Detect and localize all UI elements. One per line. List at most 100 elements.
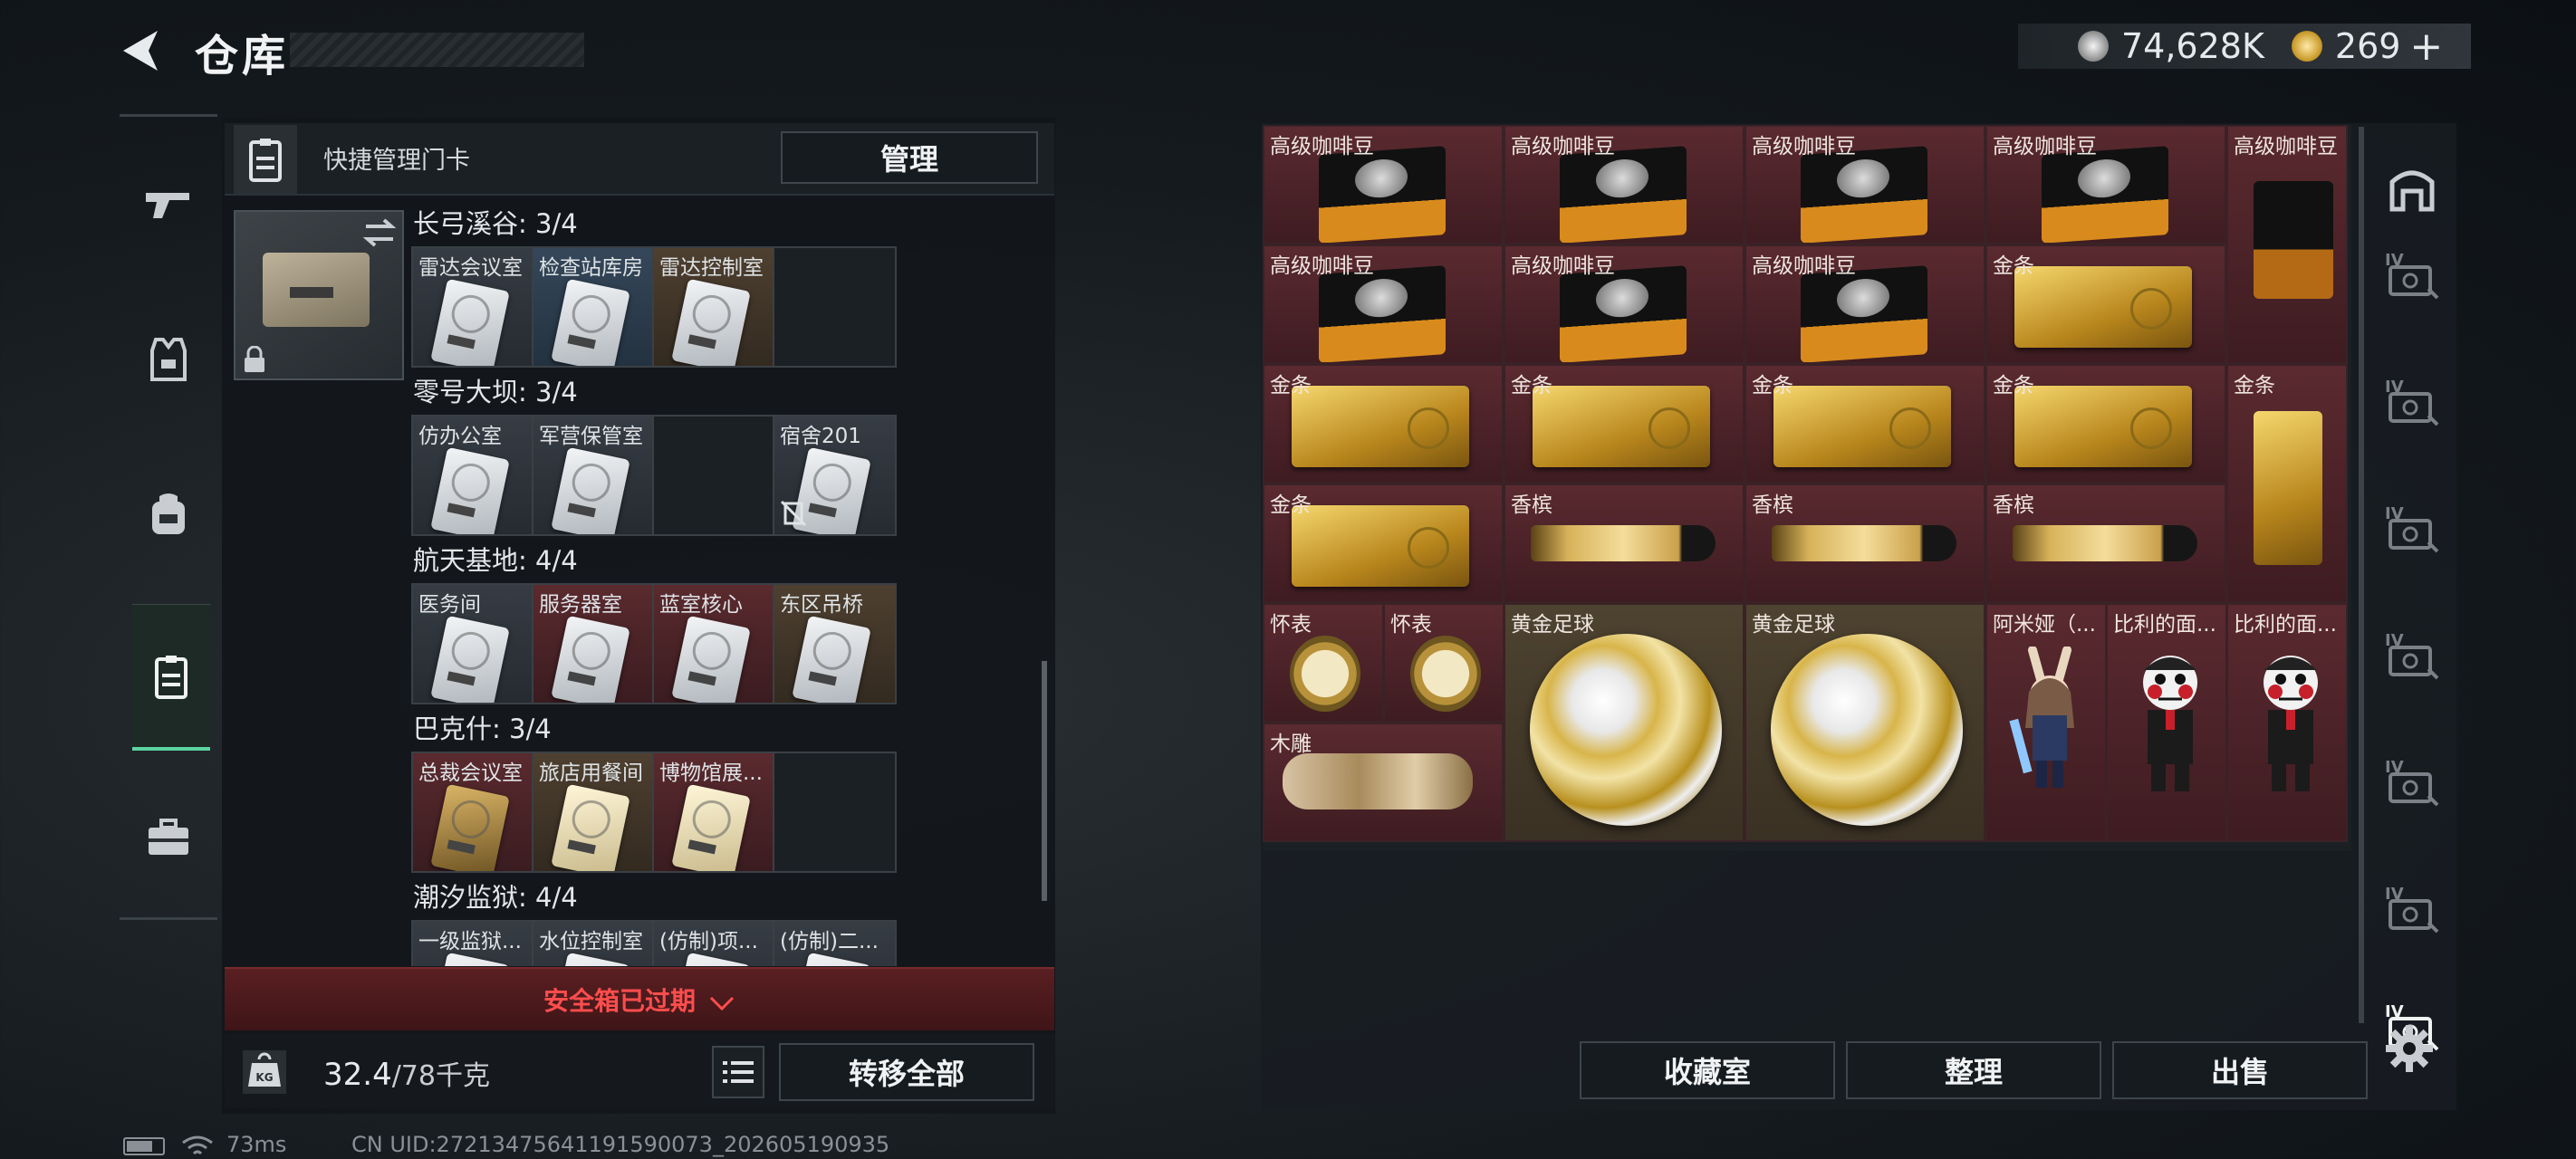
keycard-slot[interactable] [654, 417, 774, 534]
no-signal-icon [780, 500, 807, 531]
stash-item[interactable]: 金条 [1263, 364, 1504, 484]
region-header: 长弓溪谷: 3/4 [413, 208, 578, 239]
item-name: 高级咖啡豆 [1511, 254, 1615, 278]
keycard-slot[interactable]: (仿制)项... [654, 922, 774, 966]
keycard-row: 仿办公室 军营保管室 宿舍201 [411, 415, 897, 536]
keycard-name: 服务器室 [539, 593, 622, 617]
settings-button[interactable] [2382, 1021, 2437, 1079]
stash-item[interactable]: 高级咖啡豆 [1263, 125, 1504, 244]
swap-icon[interactable] [362, 217, 397, 256]
stash-item[interactable]: 高级咖啡豆 [1504, 244, 1745, 364]
list-view-button[interactable] [712, 1046, 764, 1098]
keycard-name: 总裁会议室 [418, 761, 523, 785]
tier-stash-tab[interactable]: IV [2382, 752, 2442, 811]
keycard-slot[interactable]: 医务间 [413, 585, 533, 703]
stash-item[interactable]: 金条 [1985, 244, 2226, 364]
keycard-slot[interactable]: 雷达会议室 [413, 248, 533, 366]
stash-item[interactable]: 金条 [1263, 484, 1504, 603]
nav-case[interactable] [132, 801, 205, 874]
sell-button[interactable]: 出售 [2112, 1041, 2368, 1099]
keycard-slot[interactable]: 一级监狱... [413, 922, 533, 966]
tier-stash-tab[interactable]: IV [2382, 498, 2442, 558]
stash-item[interactable]: 高级咖啡豆 [1263, 244, 1504, 364]
collection-room-button[interactable]: 收藏室 [1580, 1041, 1835, 1099]
ball-image [1530, 634, 1722, 826]
keycard-slot[interactable]: 总裁会议室 [413, 753, 533, 871]
stash-item[interactable]: 阿米娅（... [1985, 603, 2107, 842]
silver-amount: 74,628K [2121, 26, 2264, 66]
keycard-slot[interactable]: 蓝室核心 [654, 585, 774, 703]
item-name: 香槟 [1752, 493, 1793, 517]
carving-image [1283, 753, 1473, 809]
doll-image [2131, 650, 2209, 795]
keycard-slot[interactable]: 东区吊桥 [774, 585, 895, 703]
keycard-list[interactable]: 长弓溪谷: 3/4 雷达会议室 检查站库房 雷达控制室 零号大坝: 3/4 仿办公室 军营保… [408, 201, 1042, 966]
keycard-slot[interactable] [774, 753, 895, 871]
keycard-name: 雷达会议室 [418, 256, 523, 280]
safe-box-expired-bar[interactable]: 安全箱已过期 [225, 967, 1054, 1030]
stash-item[interactable]: 高级咖啡豆 [1504, 125, 1745, 244]
tier-stash-tab[interactable]: IV [2382, 878, 2442, 938]
keycard-slot[interactable]: 雷达控制室 [654, 248, 774, 366]
stash-item[interactable]: 高级咖啡豆 [1985, 125, 2226, 244]
stash-item[interactable]: 比利的面... [2106, 603, 2227, 842]
nav-keycards[interactable] [132, 604, 210, 751]
keycard-slot[interactable]: 检查站库房 [533, 248, 654, 366]
item-name: 高级咖啡豆 [1270, 254, 1374, 278]
stash-item[interactable]: 金条 [1985, 364, 2226, 484]
keycard-slot[interactable]: 宿舍201 [774, 417, 895, 534]
watch-image [1290, 636, 1360, 712]
stash-item[interactable]: 高级咖啡豆 [1745, 244, 1985, 364]
list-icon [723, 1061, 754, 1083]
wifi-icon [181, 1135, 214, 1159]
stash-item[interactable]: 比利的面... [2226, 603, 2348, 842]
keycard-image [792, 952, 871, 966]
stash-item[interactable]: 高级咖啡豆 [1745, 125, 1985, 244]
keycard-slot[interactable]: 旅店用餐间 [533, 753, 654, 871]
keycard-slot[interactable]: (仿制)二... [774, 922, 895, 966]
keycard-name: 旅店用餐间 [539, 761, 643, 785]
stash-item[interactable]: 香槟 [1504, 484, 1745, 603]
back-button[interactable] [116, 25, 170, 80]
keycard-slot[interactable]: 军营保管室 [533, 417, 654, 534]
stash-scrollbar[interactable] [2359, 127, 2364, 1023]
stash-item[interactable]: 金条 [2226, 364, 2348, 603]
tier-stash-tab[interactable]: IV [2382, 371, 2442, 431]
stash-item[interactable]: 香槟 [1985, 484, 2226, 603]
stash-item[interactable]: 高级咖啡豆 [2226, 125, 2348, 364]
stash-item[interactable]: 怀表 [1263, 603, 1384, 723]
manage-button[interactable]: 管理 [781, 131, 1038, 184]
nav-weapons[interactable] [132, 169, 205, 242]
stash-home-tab[interactable] [2382, 159, 2442, 219]
keycard-slot[interactable] [774, 248, 895, 366]
gold-h-image [2014, 266, 2192, 348]
nav-armor[interactable] [132, 323, 205, 396]
gold-amount: 269 [2334, 26, 2401, 66]
keycard-slot[interactable]: 博物馆展... [654, 753, 774, 871]
add-currency-button[interactable]: + [2409, 24, 2443, 70]
transfer-all-button[interactable]: 转移全部 [779, 1043, 1034, 1101]
keycard-name: 雷达控制室 [659, 256, 764, 280]
stash-item[interactable]: 怀表 [1383, 603, 1504, 723]
stash-item[interactable]: 木雕 [1263, 723, 1504, 842]
stash-item[interactable]: 黄金足球 [1504, 603, 1745, 842]
tier-stash-tab[interactable]: IV [2382, 625, 2442, 685]
region-header: 潮汐监狱: 4/4 [413, 882, 578, 913]
sort-button[interactable]: 整理 [1846, 1041, 2101, 1099]
keycard-image [430, 278, 510, 366]
keycard-list-scrollbar[interactable] [1042, 661, 1047, 901]
keycard-image [551, 783, 630, 871]
stash-item[interactable]: 金条 [1745, 364, 1985, 484]
keycard-name: (仿制)二... [780, 930, 879, 953]
nav-backpack[interactable] [132, 477, 205, 550]
keycard-slot[interactable]: 服务器室 [533, 585, 654, 703]
keycard-slot[interactable]: 水位控制室 [533, 922, 654, 966]
tier-stash-tab[interactable]: IV [2382, 244, 2442, 304]
keycard-row: 总裁会议室 旅店用餐间 博物馆展... [411, 752, 897, 873]
item-name: 怀表 [1270, 613, 1312, 637]
stash-item[interactable]: 黄金足球 [1745, 603, 1985, 842]
stash-item[interactable]: 金条 [1504, 364, 1745, 484]
stash-item[interactable]: 香槟 [1745, 484, 1985, 603]
keycard-row: 一级监狱... 水位控制室 (仿制)项... (仿制)二... [411, 920, 897, 966]
keycard-slot[interactable]: 仿办公室 [413, 417, 533, 534]
